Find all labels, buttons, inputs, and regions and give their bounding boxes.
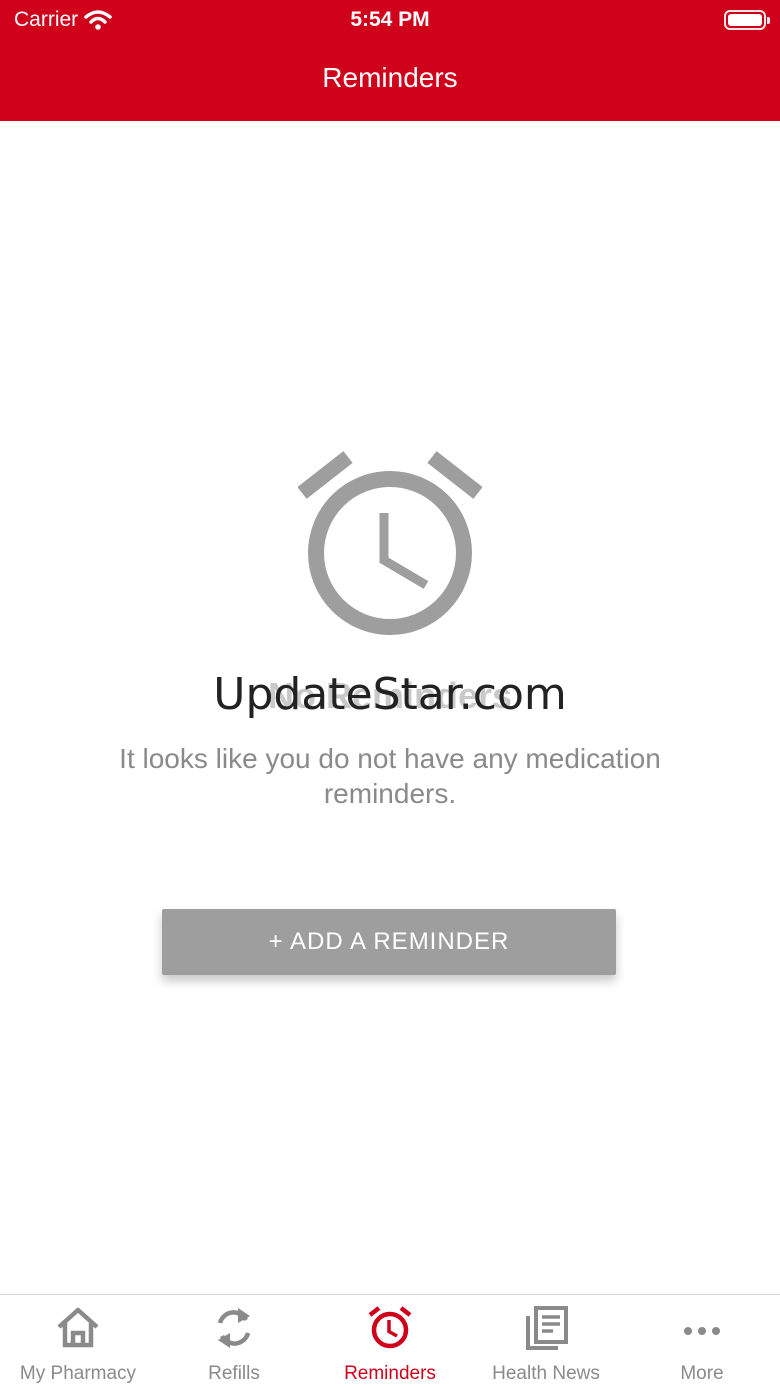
empty-description: It looks like you do not have any medica…	[119, 743, 661, 809]
tab-label: My Pharmacy	[19, 1363, 137, 1384]
tab-reminders[interactable]: Reminders	[312, 1295, 468, 1387]
watermark: UpdateStar.com	[213, 669, 567, 720]
status-time: 5:54 PM	[350, 8, 430, 31]
tab-refills[interactable]: Refills	[156, 1295, 312, 1387]
add-reminder-button[interactable]: + ADD A REMINDER	[162, 909, 616, 975]
page-title: Reminders	[322, 62, 458, 93]
tab-label: More	[680, 1363, 724, 1384]
app-header: Carrier 5:54 PM Reminders	[0, 0, 780, 121]
more-dots-icon	[684, 1327, 720, 1335]
tab-label: Reminders	[344, 1363, 436, 1384]
home-icon	[57, 1307, 99, 1348]
alarm-icon	[368, 1306, 412, 1349]
empty-state: No Reminders UpdateStar.com It looks lik…	[0, 121, 780, 1294]
tab-label: Refills	[208, 1363, 260, 1384]
news-icon	[526, 1306, 568, 1350]
tab-health-news[interactable]: Health News	[468, 1295, 624, 1387]
battery-icon	[724, 10, 770, 30]
status-bar: Carrier 5:54 PM	[0, 0, 780, 44]
tab-my-pharmacy[interactable]: My Pharmacy	[0, 1295, 156, 1387]
tab-label: Health News	[492, 1363, 600, 1384]
refresh-icon	[217, 1308, 251, 1348]
tab-bar: My Pharmacy Refills Reminders Health New…	[0, 1294, 780, 1387]
tab-more[interactable]: More	[624, 1295, 780, 1387]
alarm-clock-icon	[298, 451, 482, 635]
